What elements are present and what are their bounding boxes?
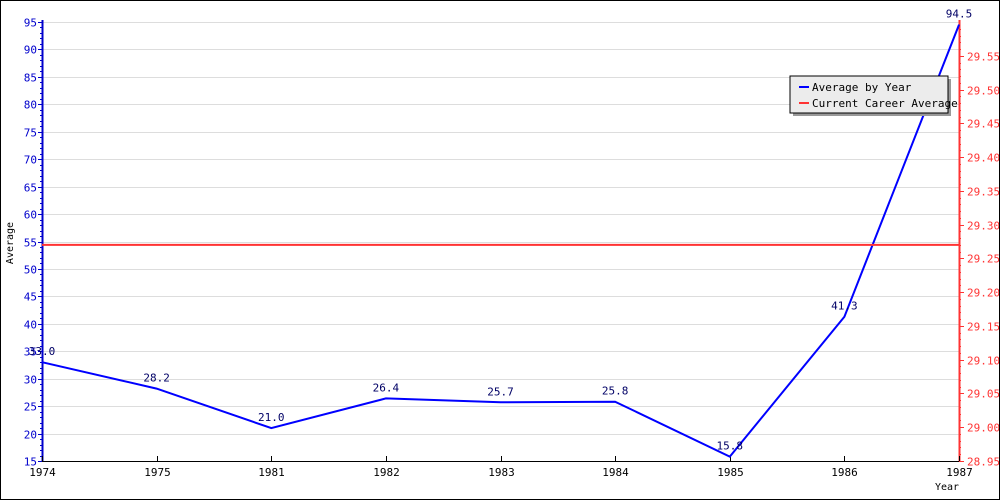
x-tick-label: 1981 <box>258 466 285 479</box>
chart-container: 15 20 25 30 35 40 45 50 55 60 65 70 75 80 85 90 95 28.95… <box>0 0 1000 500</box>
data-point <box>270 427 272 429</box>
right-tick-label: 29.30 <box>967 220 999 233</box>
left-tick-label: 80 <box>24 99 37 112</box>
data-label: 21.0 <box>258 411 285 424</box>
left-tick-label: 25 <box>24 401 37 414</box>
left-tick-label: 85 <box>24 72 37 85</box>
data-point <box>843 316 845 318</box>
left-tick-label: 65 <box>24 182 37 195</box>
left-tick-label: 75 <box>24 127 37 140</box>
data-labels: 33.0 28.2 21.0 26.4 25.7 25.8 15.8 41.3 94.5 <box>29 8 973 453</box>
right-tick-label: 29.20 <box>967 287 999 300</box>
left-tick-label: 95 <box>24 17 37 30</box>
data-label: 33.0 <box>29 345 56 358</box>
data-label: 15.8 <box>717 440 744 453</box>
left-tick-label: 20 <box>24 429 37 442</box>
x-tick-label: 1984 <box>602 466 629 479</box>
right-tick-label: 29.55 <box>967 51 999 64</box>
data-point <box>500 401 501 403</box>
left-tick-label: 55 <box>24 237 37 250</box>
data-point <box>156 388 158 390</box>
x-axis: 1974 1975 1981 1982 1983 1984 1985 1986 1987 <box>29 456 973 479</box>
data-label: 25.7 <box>487 385 514 398</box>
legend-label-average-by-year: Average by Year <box>812 81 912 94</box>
data-point <box>385 397 387 399</box>
x-tick-label: 1987 <box>946 466 973 479</box>
data-point <box>41 361 43 363</box>
data-point <box>614 401 616 403</box>
data-label: 26.4 <box>373 381 400 394</box>
x-tick-label: 1982 <box>373 466 400 479</box>
data-point <box>729 456 731 458</box>
left-y-axis: 1520253035404550556065707580859095 <box>24 17 44 469</box>
y-axis-title: Average <box>5 222 16 264</box>
legend-label-career-average: Current Career Average <box>812 97 958 110</box>
x-tick-label: 1986 <box>831 466 858 479</box>
line-chart: 1520253035404550556065707580859095 28.95… <box>5 8 999 493</box>
left-tick-label: 60 <box>24 209 37 222</box>
left-tick-label: 45 <box>24 291 37 304</box>
right-tick-label: 29.40 <box>967 152 999 165</box>
right-tick-label: 29.15 <box>967 321 999 334</box>
right-y-axis: 28.9529.0029.0529.1029.1529.2029.2529.30… <box>958 20 999 469</box>
x-tick-label: 1983 <box>488 466 515 479</box>
right-tick-label: 29.25 <box>967 253 999 266</box>
right-tick-label: 29.35 <box>967 186 999 199</box>
left-tick-label: 50 <box>24 264 37 277</box>
left-tick-label: 40 <box>24 319 37 332</box>
x-tick-label: 1975 <box>144 466 171 479</box>
right-tick-label: 29.05 <box>967 388 999 401</box>
data-label: 25.8 <box>602 385 629 398</box>
right-tick-label: 29.45 <box>967 118 999 131</box>
left-tick-label: 30 <box>24 374 37 387</box>
data-label: 41.3 <box>831 300 858 313</box>
x-axis-title: Year <box>935 482 959 493</box>
right-tick-label: 29.50 <box>967 85 999 98</box>
data-point <box>958 24 960 26</box>
x-tick-label: 1985 <box>717 466 744 479</box>
left-tick-label: 90 <box>24 44 37 57</box>
right-tick-label: 29.00 <box>967 422 999 435</box>
right-tick-label: 29.10 <box>967 355 999 368</box>
x-tick-label: 1974 <box>29 466 56 479</box>
data-label: 28.2 <box>143 372 170 385</box>
data-label: 94.5 <box>946 8 973 21</box>
left-tick-label: 70 <box>24 154 37 167</box>
legend: Average by Year Current Career Average <box>789 75 958 116</box>
